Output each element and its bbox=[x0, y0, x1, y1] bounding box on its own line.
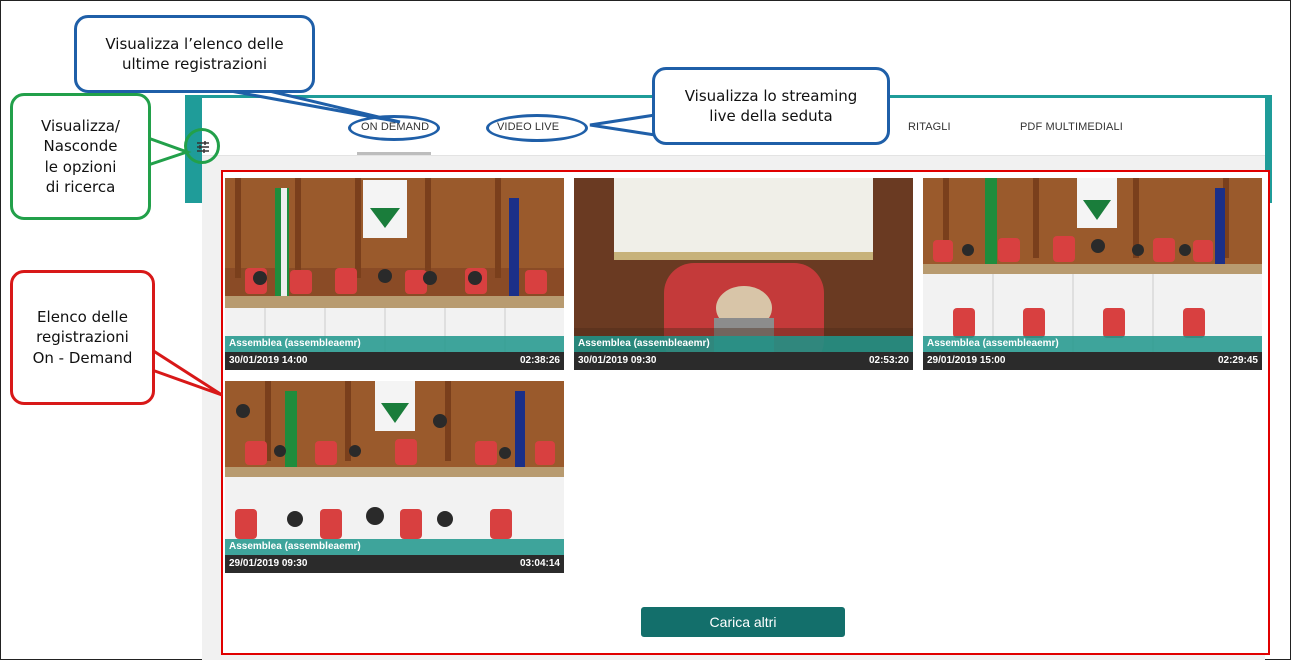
callout-on-demand-list: Elenco delle registrazioni On - Demand bbox=[10, 270, 155, 405]
callout-latest-recordings: Visualizza l’elenco delle ultime registr… bbox=[74, 15, 315, 93]
video-live-highlight bbox=[486, 114, 588, 142]
callout-live-streaming: Visualizza lo streaming live della sedut… bbox=[652, 67, 890, 145]
toggle-highlight bbox=[184, 128, 220, 164]
callout-pointers bbox=[146, 88, 657, 397]
on-demand-highlight bbox=[348, 115, 440, 141]
callout-search-options: Visualizza/ Nasconde le opzioni di ricer… bbox=[10, 93, 151, 220]
